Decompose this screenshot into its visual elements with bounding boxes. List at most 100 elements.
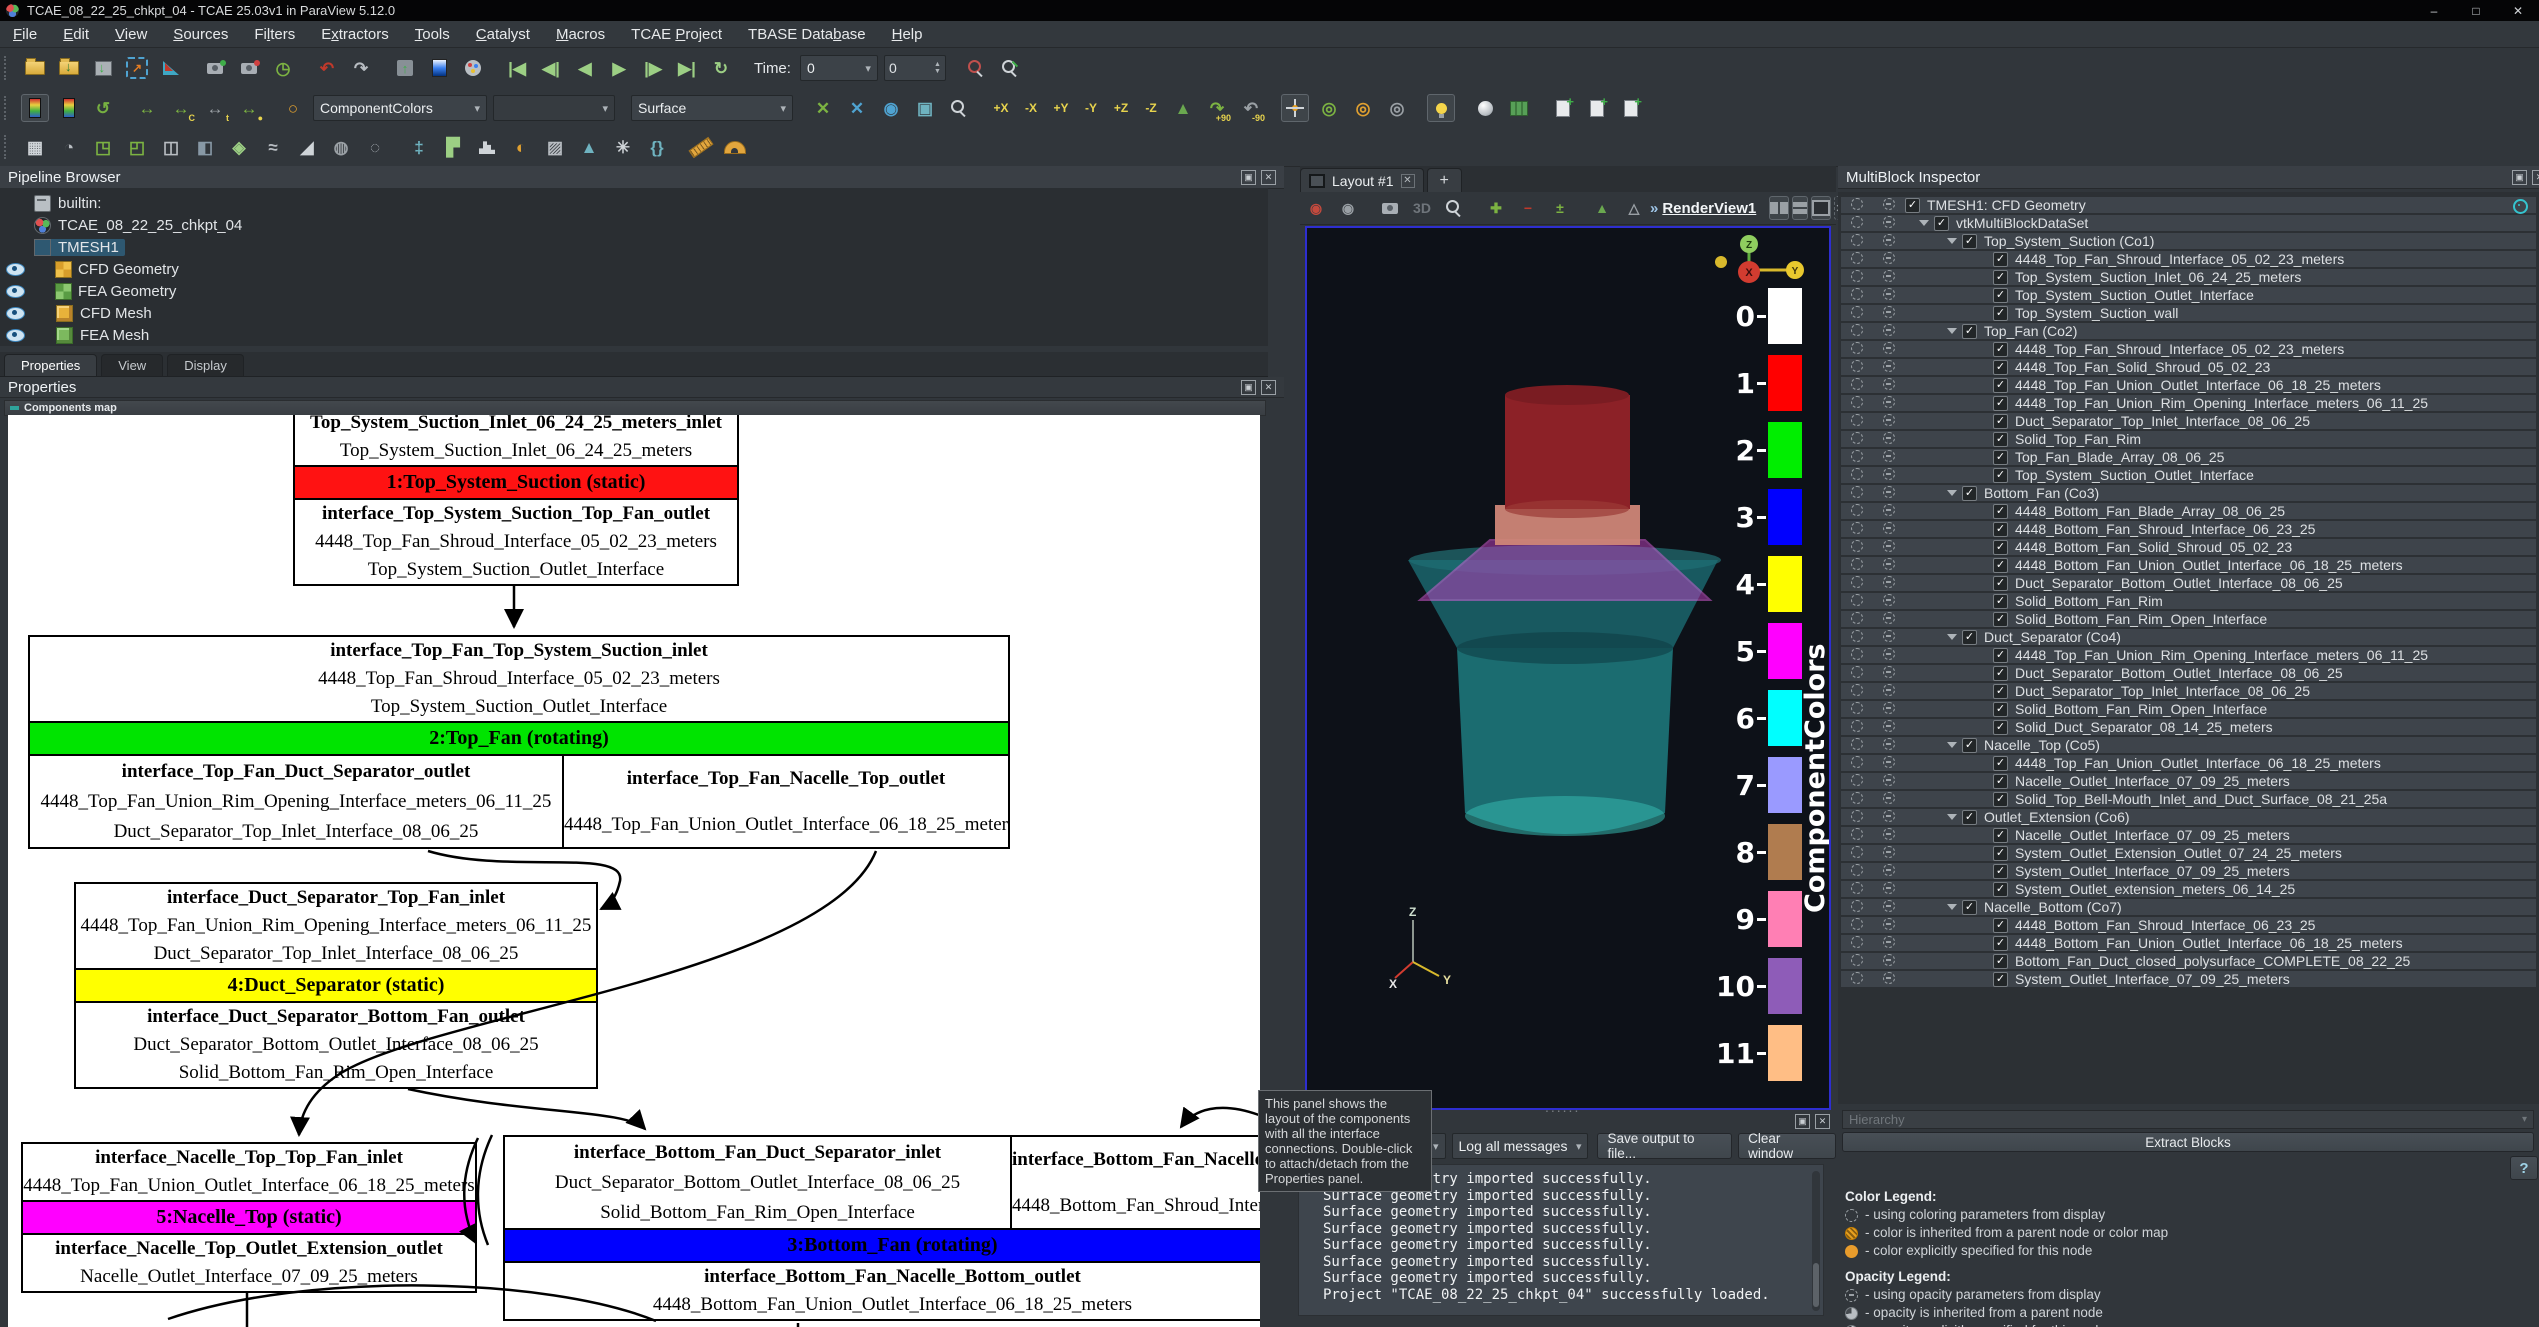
color-state-icon[interactable] [1851,972,1863,984]
multiblock-row[interactable]: ✓Bottom_Fan (Co3) [1841,485,2536,501]
multiblock-row[interactable]: ✓Solid_Duct_Separator_08_14_25_meters [1841,719,2536,735]
opacity-state-icon[interactable] [1883,666,1895,678]
glyph-widget-icon[interactable]: ◈ [225,133,253,161]
save-data-icon[interactable] [89,54,117,82]
block-checkbox[interactable]: ✓ [1993,612,2008,627]
opacity-state-icon[interactable] [1883,450,1895,462]
block-checkbox[interactable]: ✓ [1993,432,2008,447]
multiblock-row[interactable]: ✓4448_Top_Fan_Solid_Shroud_05_02_23 [1841,359,2536,375]
color-state-icon[interactable] [1851,918,1863,930]
color-state-icon[interactable] [1851,720,1863,732]
opacity-state-icon[interactable] [1883,342,1895,354]
multiblock-row[interactable]: ✓Solid_Top_Fan_Rim [1841,431,2536,447]
multiblock-row[interactable]: ✓4448_Bottom_Fan_Shroud_Interface_06_23_… [1841,521,2536,537]
zoom-to-data-icon[interactable]: ✕ [843,94,871,122]
load-state-icon[interactable] [55,54,83,82]
opacity-state-icon[interactable] [1883,774,1895,786]
histogram-icon[interactable] [473,133,501,161]
multiblock-row[interactable]: ✓Top_System_Suction_Outlet_Interface [1841,287,2536,303]
block-checkbox[interactable]: ✓ [1993,774,2008,789]
split-vertical-button[interactable] [1792,196,1808,220]
render-viewport-3d[interactable]: Z X Y Z X Y ComponentColors 012345678910… [1305,226,1831,1110]
undock-icon[interactable]: ▣ [1241,380,1256,395]
show-rotation-center-icon[interactable]: ◎ [1383,94,1411,122]
reset-range-icon[interactable]: ↺ [89,94,117,122]
spin-arrows-icon[interactable]: ▲▼ [928,61,941,75]
menu-edit[interactable]: Edit [50,26,102,43]
load-palette-icon[interactable]: ↑ [391,54,419,82]
close-button[interactable]: ✕ [2497,0,2539,21]
adjust-view-icon[interactable]: ± [1547,195,1573,221]
multiblock-row[interactable]: ✓Duct_Separator_Top_Inlet_Interface_08_0… [1841,413,2536,429]
opacity-state-icon[interactable] [1883,936,1895,948]
palette-icon[interactable] [459,54,487,82]
opacity-state-icon[interactable] [1883,846,1895,858]
menu-sources[interactable]: Sources [160,26,241,43]
block-checkbox[interactable]: ✓ [1993,468,2008,483]
toolbar-handle[interactable] [4,56,12,80]
color-state-icon[interactable] [1851,198,1863,210]
color-state-icon[interactable] [1851,630,1863,642]
opacity-state-icon[interactable] [1883,468,1895,480]
pipeline-item-body[interactable]: CFD Mesh [56,305,152,322]
catalyst-disconnect-icon[interactable] [235,54,263,82]
block-checkbox[interactable]: ✓ [1905,198,1920,213]
color-state-icon[interactable] [1851,756,1863,768]
opacity-state-icon[interactable] [1883,270,1895,282]
time-index-spinbox[interactable]: 0▲▼ [884,55,946,81]
set-view-plus-y-icon[interactable]: +Y [1048,95,1074,121]
opacity-state-icon[interactable] [1883,738,1895,750]
opacity-state-icon[interactable] [1883,972,1895,984]
expander-icon[interactable] [1947,328,1957,334]
multiblock-row[interactable]: ✓4448_Top_Fan_Shroud_Interface_05_02_23_… [1841,251,2536,267]
block-checkbox[interactable]: ✓ [1993,342,2008,357]
opacity-state-icon[interactable] [1883,918,1895,930]
multiblock-row[interactable]: ✓Outlet_Extension (Co6) [1841,809,2536,825]
undock-icon[interactable]: ▣ [1241,170,1256,185]
opacity-state-icon[interactable] [1883,360,1895,372]
color-by-select[interactable]: ComponentColors▾ [313,95,487,121]
block-checkbox[interactable]: ✓ [1993,522,2008,537]
color-state-icon[interactable] [1851,288,1863,300]
multiblock-row[interactable]: ✓4448_Top_Fan_Union_Rim_Opening_Interfac… [1841,647,2536,663]
components-map-canvas[interactable]: Top_System_Suction_Inlet_06_24_25_meters… [8,415,1260,1327]
opacity-state-icon[interactable] [1883,702,1895,714]
color-state-icon[interactable] [1851,774,1863,786]
color-state-icon[interactable] [1851,342,1863,354]
menu-macros[interactable]: Macros [543,26,618,43]
multiblock-row[interactable]: ✓Solid_Bottom_Fan_Rim_Open_Interface [1841,701,2536,717]
opacity-state-icon[interactable] [1883,216,1895,228]
opacity-state-icon[interactable] [1883,234,1895,246]
rescale-visible-range-icon[interactable]: ↔● [235,94,263,122]
block-checkbox[interactable]: ✓ [1962,810,1977,825]
expander-icon[interactable] [1947,238,1957,244]
expander-icon[interactable] [1947,634,1957,640]
opacity-state-icon[interactable] [1883,414,1895,426]
extract-subset-icon[interactable]: ◧ [191,133,219,161]
menu-catalyst[interactable]: Catalyst [463,26,543,43]
rescale-data-range-icon[interactable]: ↔ [133,94,161,122]
block-checkbox[interactable]: ✓ [1993,864,2008,879]
extract-block-icon[interactable]: ▛ [439,133,467,161]
opacity-state-icon[interactable] [1883,504,1895,516]
opacity-state-icon[interactable] [1883,828,1895,840]
integrate-variables-icon[interactable]: ✳ [609,133,637,161]
glyph-dome-icon[interactable]: ◔ [55,133,83,161]
color-by-ring-icon[interactable]: ○ [279,94,307,122]
set-view-minus-y-icon[interactable]: -Y [1078,95,1104,121]
camera-link-icon[interactable]: ◉ [1303,195,1329,221]
block-checkbox[interactable]: ✓ [1934,216,1949,231]
pipeline-item-body[interactable]: TCAE_08_22_25_chkpt_04 [34,217,242,234]
color-state-icon[interactable] [1851,792,1863,804]
save-output-button[interactable]: Save output to file... [1597,1133,1732,1159]
ruler-icon[interactable] [687,133,715,161]
tab-layout-1[interactable]: Layout #1 ✕ [1300,168,1424,192]
color-state-icon[interactable] [1851,666,1863,678]
screenshot-icon[interactable] [1377,195,1403,221]
warp-icon[interactable]: ◢ [293,133,321,161]
color-state-icon[interactable] [1851,954,1863,966]
opacity-state-icon[interactable] [1883,810,1895,822]
catalyst-connect-icon[interactable] [201,54,229,82]
vcr-loop-icon[interactable]: ↻ [707,54,735,82]
opacity-state-icon[interactable] [1883,594,1895,606]
